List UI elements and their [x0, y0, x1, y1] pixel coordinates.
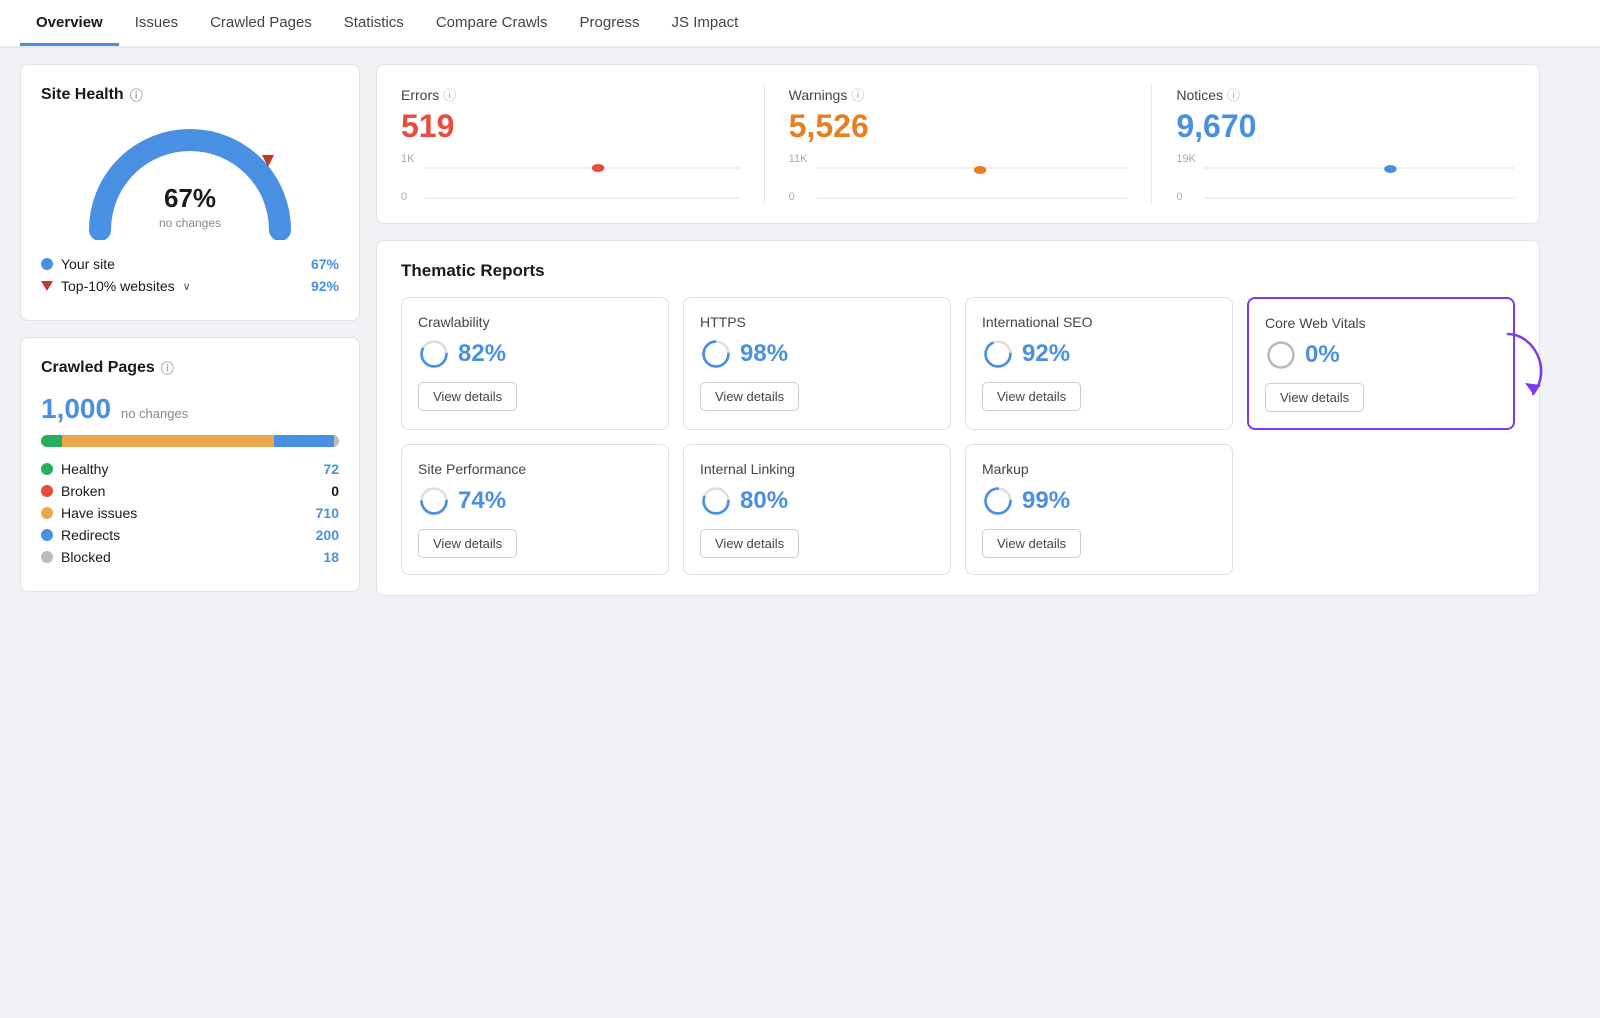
- notices-label: Notices ⓘ: [1176, 85, 1515, 104]
- gauge-center: 67% no changes: [159, 183, 221, 230]
- crawled-pages-title: Crawled Pages ⓘ: [41, 358, 339, 377]
- healthy-dot: [41, 463, 53, 475]
- legend-your-site: Your site 67%: [41, 256, 339, 272]
- internal-linking-circle: [700, 485, 732, 517]
- https-circle: [700, 338, 732, 370]
- report-markup: Markup 99% View details: [965, 444, 1233, 575]
- site-health-title: Site Health ⓘ: [41, 85, 339, 104]
- blocked-dot: [41, 551, 53, 563]
- gauge-svg: 67% no changes: [80, 120, 300, 240]
- bar-healthy: [41, 435, 62, 447]
- gauge-container: 67% no changes: [41, 120, 339, 240]
- site-performance-circle: [418, 485, 450, 517]
- top10-triangle-icon: [41, 281, 53, 291]
- chevron-down-icon[interactable]: ∨: [183, 280, 191, 293]
- notices-value: 9,670: [1176, 108, 1515, 145]
- your-site-dot: [41, 258, 53, 270]
- empty-slot: [1247, 444, 1515, 575]
- reports-bottom-grid: Site Performance 74% View details Intern…: [401, 444, 1515, 575]
- metrics-card: Errors ⓘ 519 1K 0 Warnings ⓘ: [376, 64, 1540, 224]
- notices-metric: Notices ⓘ 9,670 19K 0: [1176, 85, 1515, 203]
- report-site-performance: Site Performance 74% View details: [401, 444, 669, 575]
- crawled-count-row: 1,000 no changes: [41, 393, 339, 425]
- view-details-internal-linking[interactable]: View details: [700, 529, 799, 558]
- warnings-info-icon[interactable]: ⓘ: [851, 85, 864, 104]
- nav-overview[interactable]: Overview: [20, 2, 119, 46]
- bar-redirects: [274, 435, 334, 447]
- crawled-bar: [41, 435, 339, 447]
- site-health-card: Site Health ⓘ 67% no changes: [20, 64, 360, 321]
- crawlability-circle: [418, 338, 450, 370]
- errors-label: Errors ⓘ: [401, 85, 740, 104]
- errors-info-icon[interactable]: ⓘ: [443, 85, 456, 104]
- left-column: Site Health ⓘ 67% no changes: [20, 64, 360, 596]
- report-crawlability: Crawlability 82% View details: [401, 297, 669, 430]
- legend-top10: Top-10% websites ∨ 92%: [41, 278, 339, 294]
- crawled-pages-info-icon[interactable]: ⓘ: [161, 358, 174, 377]
- nav-statistics[interactable]: Statistics: [328, 2, 420, 46]
- nav-crawled-pages[interactable]: Crawled Pages: [194, 2, 328, 46]
- warnings-metric: Warnings ⓘ 5,526 11K 0: [789, 85, 1153, 203]
- crawled-count: 1,000: [41, 393, 111, 424]
- errors-metric: Errors ⓘ 519 1K 0: [401, 85, 765, 203]
- nav-issues[interactable]: Issues: [119, 2, 194, 46]
- stat-broken: Broken 0: [41, 483, 339, 499]
- view-details-core-web-vitals[interactable]: View details: [1265, 383, 1364, 412]
- nav-compare-crawls[interactable]: Compare Crawls: [420, 2, 564, 46]
- errors-value: 519: [401, 108, 740, 145]
- notices-info-icon[interactable]: ⓘ: [1227, 85, 1240, 104]
- site-health-info-icon[interactable]: ⓘ: [130, 85, 143, 104]
- international-seo-circle: [982, 338, 1014, 370]
- crawled-pages-card: Crawled Pages ⓘ 1,000 no changes Healthy: [20, 337, 360, 592]
- core-web-vitals-circle: [1265, 339, 1297, 371]
- nav-bar: Overview Issues Crawled Pages Statistics…: [0, 0, 1600, 48]
- bar-have-issues: [62, 435, 274, 447]
- view-details-crawlability[interactable]: View details: [418, 382, 517, 411]
- view-details-site-performance[interactable]: View details: [418, 529, 517, 558]
- thematic-reports-title: Thematic Reports: [401, 261, 1515, 281]
- reports-top-grid: Crawlability 82% View details HTTPS: [401, 297, 1515, 430]
- stat-blocked: Blocked 18: [41, 549, 339, 565]
- stat-have-issues: Have issues 710: [41, 505, 339, 521]
- report-core-web-vitals: Core Web Vitals 0% View details: [1247, 297, 1515, 430]
- report-https: HTTPS 98% View details: [683, 297, 951, 430]
- markup-circle: [982, 485, 1014, 517]
- view-details-markup[interactable]: View details: [982, 529, 1081, 558]
- crawled-no-changes: no changes: [121, 406, 188, 421]
- view-details-https[interactable]: View details: [700, 382, 799, 411]
- nav-progress[interactable]: Progress: [564, 2, 656, 46]
- warnings-label: Warnings ⓘ: [789, 85, 1128, 104]
- notices-chart: 19K 0: [1176, 153, 1515, 203]
- stat-healthy: Healthy 72: [41, 461, 339, 477]
- warnings-chart: 11K 0: [789, 153, 1128, 203]
- report-international-seo: International SEO 92% View details: [965, 297, 1233, 430]
- have-issues-dot: [41, 507, 53, 519]
- bar-blocked: [334, 435, 339, 447]
- stat-redirects: Redirects 200: [41, 527, 339, 543]
- arrow-annotation: [1503, 329, 1563, 399]
- nav-js-impact[interactable]: JS Impact: [656, 2, 755, 46]
- report-internal-linking: Internal Linking 80% View details: [683, 444, 951, 575]
- errors-chart: 1K 0: [401, 153, 740, 203]
- redirects-dot: [41, 529, 53, 541]
- warnings-value: 5,526: [789, 108, 1128, 145]
- right-column: Errors ⓘ 519 1K 0 Warnings ⓘ: [376, 64, 1540, 596]
- view-details-international-seo[interactable]: View details: [982, 382, 1081, 411]
- thematic-reports-card: Thematic Reports Crawlability 82% View d…: [376, 240, 1540, 596]
- broken-dot: [41, 485, 53, 497]
- main-content: Site Health ⓘ 67% no changes: [0, 48, 1560, 612]
